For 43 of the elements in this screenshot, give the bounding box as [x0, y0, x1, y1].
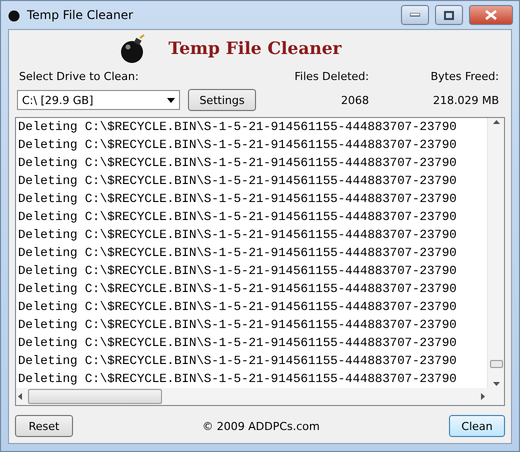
- log-line: Deleting C:\$RECYCLE.BIN\S-1-5-21-914561155-444883707-23790: [18, 317, 458, 334]
- log-line: Deleting C:\$RECYCLE.BIN\S-1-5-21-914561155-444883707-23790: [18, 191, 458, 208]
- close-icon: [485, 10, 497, 20]
- drive-dropdown[interactable]: C:\ [29.9 GB]: [17, 90, 180, 110]
- log-line: Deleting C:\$RECYCLE.BIN\S-1-5-21-914561155-444883707-23790: [18, 245, 458, 262]
- log-line: Deleting C:\$RECYCLE.BIN\S-1-5-21-914561155-444883707-23790: [18, 119, 458, 136]
- scroll-thumb[interactable]: [28, 389, 162, 404]
- scroll-thumb[interactable]: [490, 360, 502, 368]
- scroll-up-icon[interactable]: [492, 120, 500, 124]
- copyright-text: © 2009 ADDPCs.com: [202, 420, 320, 432]
- stat-value: 2068: [340, 94, 369, 106]
- scroll-left-icon[interactable]: [18, 393, 22, 400]
- log-line: Deleting C:\$RECYCLE.BIN\S-1-5-21-914561155-444883707-23790: [18, 173, 458, 190]
- settings-button[interactable]: Settings: [188, 89, 256, 111]
- window-title: Temp File Cleaner: [27, 8, 134, 22]
- stat-label: Bytes Freed:: [430, 70, 499, 83]
- clean-button[interactable]: Clean: [449, 415, 505, 437]
- log-line: Deleting C:\$RECYCLE.BIN\S-1-5-21-914561155-444883707-23790: [18, 137, 458, 154]
- app-title: Temp File Cleaner: [168, 39, 342, 59]
- log-line: Deleting C:\$RECYCLE.BIN\S-1-5-21-914561155-444883707-23790: [18, 299, 458, 316]
- minimize-icon: [410, 13, 420, 17]
- minimize-button[interactable]: [401, 5, 429, 25]
- vertical-scrollbar[interactable]: [487, 118, 504, 388]
- horizontal-scrollbar[interactable]: [16, 388, 487, 405]
- log-line: Deleting C:\$RECYCLE.BIN\S-1-5-21-914561155-444883707-23790: [18, 227, 458, 244]
- maximize-button[interactable]: [435, 5, 463, 25]
- stat-label: Files Deleted:: [294, 70, 369, 83]
- log-line: Deleting C:\$RECYCLE.BIN\S-1-5-21-914561155-444883707-23790: [18, 281, 458, 298]
- log-line: Deleting C:\$RECYCLE.BIN\S-1-5-21-914561155-444883707-23790: [18, 209, 458, 226]
- close-button[interactable]: [469, 5, 513, 25]
- log-line: Deleting C:\$RECYCLE.BIN\S-1-5-21-914561155-444883707-23790: [18, 155, 458, 172]
- log-line: Deleting C:\$RECYCLE.BIN\S-1-5-21-914561155-444883707-23790: [18, 353, 458, 370]
- log-line: Deleting C:\$RECYCLE.BIN\S-1-5-21-914561155-444883707-23790: [18, 263, 458, 280]
- drive-label: Select Drive to Clean:: [19, 70, 139, 83]
- stat-value: 218.029 MB: [432, 94, 499, 106]
- scroll-right-icon[interactable]: [481, 393, 485, 400]
- log-line: Deleting C:\$RECYCLE.BIN\S-1-5-21-914561155-444883707-23790: [18, 371, 458, 388]
- bomb-icon: [7, 8, 21, 22]
- log-line: Deleting C:\$RECYCLE.BIN\S-1-5-21-914561155-444883707-23790: [18, 335, 458, 352]
- maximize-icon: [444, 10, 454, 20]
- reset-button[interactable]: Reset: [15, 415, 73, 437]
- dropdown-arrow-icon: [167, 98, 175, 102]
- scroll-down-icon[interactable]: [492, 382, 500, 386]
